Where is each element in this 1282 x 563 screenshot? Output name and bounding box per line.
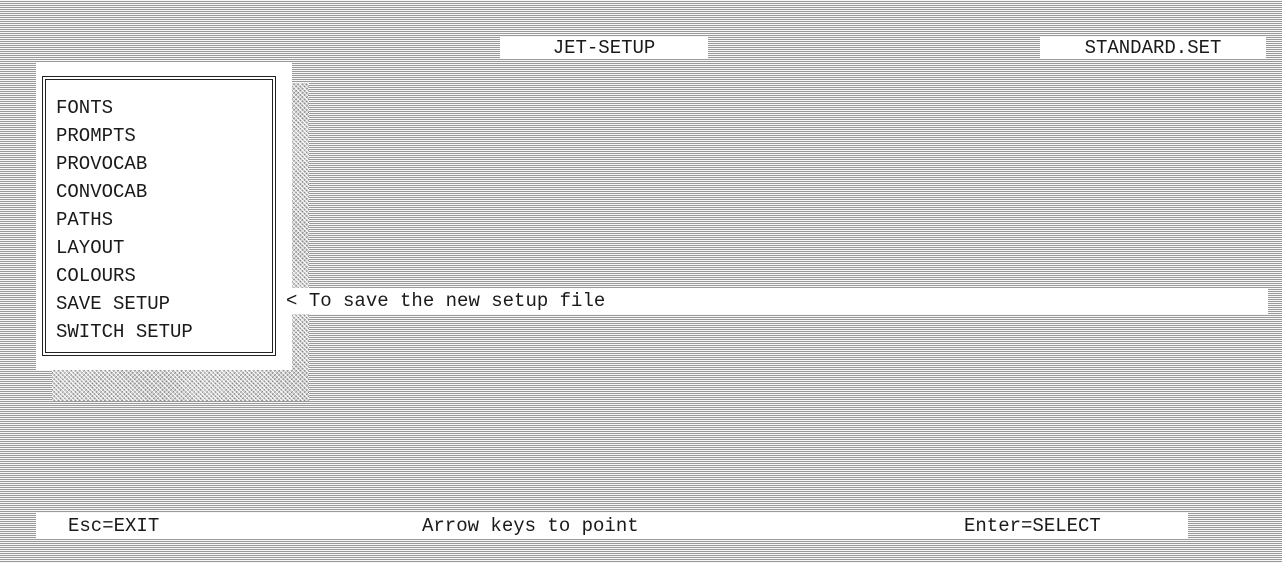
navigate-key-hint: Arrow keys to point xyxy=(422,515,639,537)
menu-item-layout[interactable]: LAYOUT xyxy=(56,234,193,262)
setup-file-name: STANDARD.SET xyxy=(1040,37,1266,59)
program-title: JET-SETUP xyxy=(500,37,708,59)
main-menu-list: FONTS PROMPTS PROVOCAB CONVOCAB PATHS LA… xyxy=(56,94,193,346)
menu-item-paths[interactable]: PATHS xyxy=(56,206,193,234)
menu-item-save-setup[interactable]: SAVE SETUP xyxy=(56,290,193,318)
key-help-bar: Esc=EXIT Arrow keys to point Enter=SELEC… xyxy=(36,513,1188,539)
menu-item-colours[interactable]: COLOURS xyxy=(56,262,193,290)
menu-item-convocab[interactable]: CONVOCAB xyxy=(56,178,193,206)
description-text: To save the new setup file xyxy=(308,290,606,312)
main-menu-frame: FONTS PROMPTS PROVOCAB CONVOCAB PATHS LA… xyxy=(42,76,276,356)
menu-item-description: < To save the new setup file xyxy=(278,288,1268,314)
menu-item-fonts[interactable]: FONTS xyxy=(56,94,193,122)
menu-item-provocab[interactable]: PROVOCAB xyxy=(56,150,193,178)
selection-pointer: < xyxy=(286,290,298,312)
menu-item-prompts[interactable]: PROMPTS xyxy=(56,122,193,150)
select-key-hint: Enter=SELECT xyxy=(964,515,1101,537)
exit-key-hint: Esc=EXIT xyxy=(68,515,160,537)
main-menu-panel: FONTS PROMPTS PROVOCAB CONVOCAB PATHS LA… xyxy=(36,62,292,370)
dos-setup-screen: JET-SETUP STANDARD.SET FONTS PROMPTS PRO… xyxy=(0,0,1282,563)
menu-item-switch-setup[interactable]: SWITCH SETUP xyxy=(56,318,193,346)
